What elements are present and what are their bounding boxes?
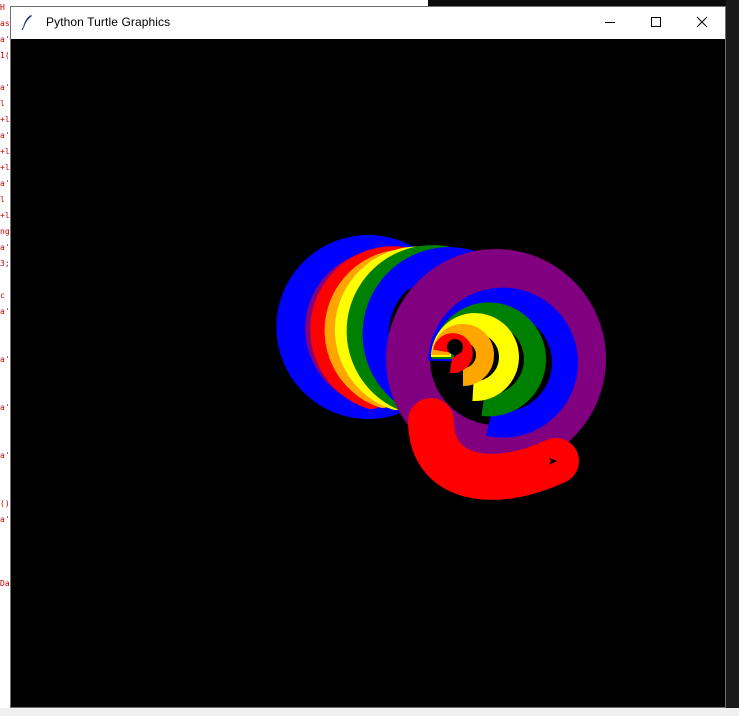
- turtle-drawing: [11, 39, 725, 707]
- minimize-icon: [605, 22, 615, 23]
- maximize-button[interactable]: [633, 7, 679, 37]
- window-title: Python Turtle Graphics: [46, 15, 171, 29]
- maximize-icon: [651, 17, 661, 27]
- close-icon: [696, 16, 708, 28]
- minimize-button[interactable]: [587, 7, 633, 37]
- turtle-canvas[interactable]: [11, 39, 725, 707]
- background-desktop-bottom: [0, 708, 739, 716]
- close-button[interactable]: [679, 7, 725, 37]
- title-bar[interactable]: Python Turtle Graphics: [11, 7, 725, 37]
- background-desktop-right: [726, 0, 739, 716]
- feather-icon: [19, 13, 37, 31]
- turtle-window: Python Turtle Graphics: [10, 6, 726, 708]
